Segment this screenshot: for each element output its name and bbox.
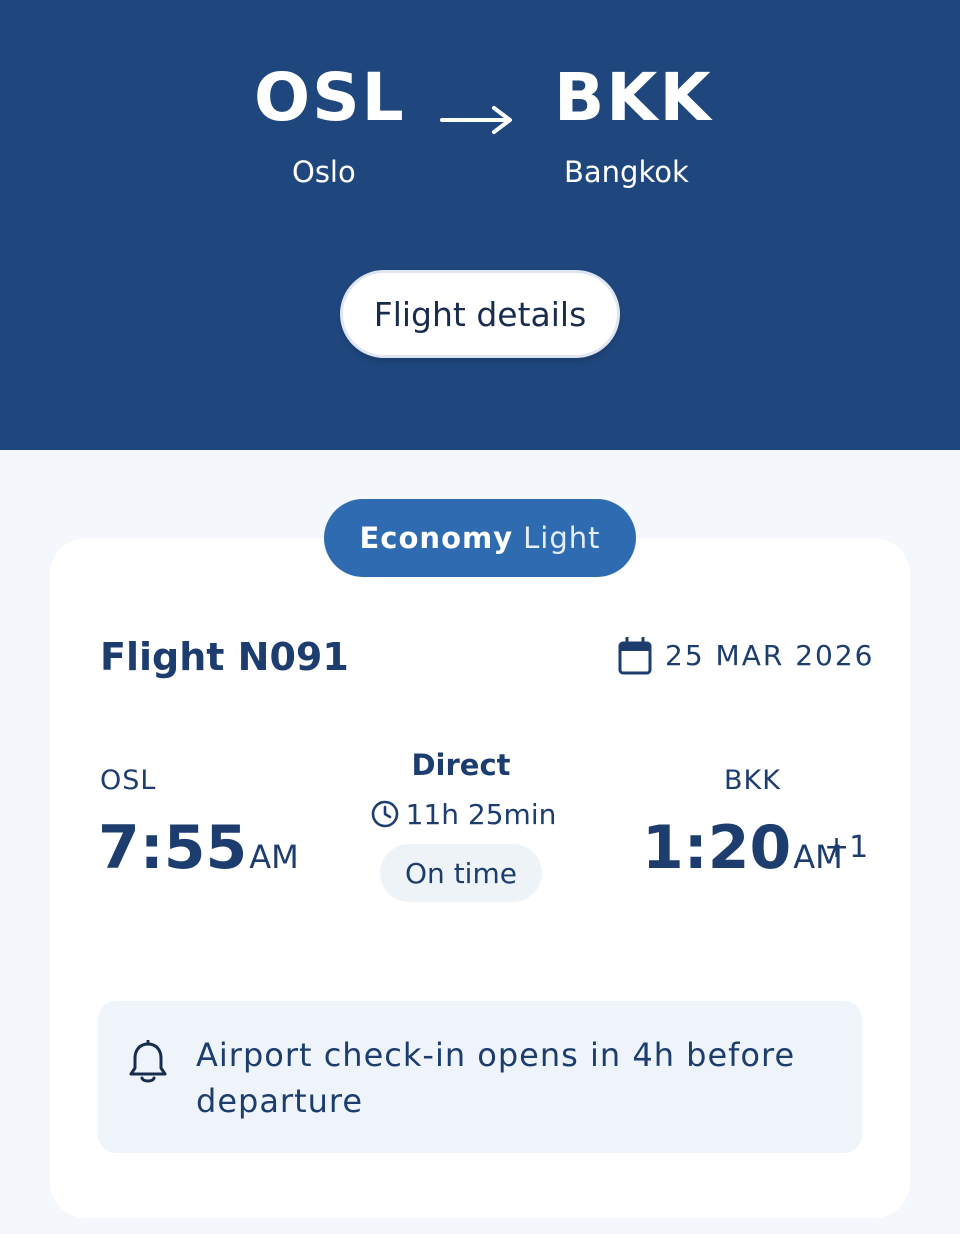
departure-time: 7:55AM <box>98 812 299 899</box>
departure-time-value: 7:55 <box>98 813 248 883</box>
fare-badge: Economy Light <box>324 499 636 577</box>
fare-variant: Light <box>523 521 601 555</box>
arrival-airport: BKK <box>724 765 781 796</box>
route-header <box>0 0 960 450</box>
checkin-notice-text: Airport check-in opens in 4h before depa… <box>196 1036 796 1120</box>
stops-label: Direct <box>411 748 511 782</box>
duration: 11h 25min <box>368 795 558 833</box>
origin-city: Oslo <box>292 155 356 189</box>
duration-value: 11h 25min <box>405 797 557 831</box>
flight-details-button[interactable]: Flight details <box>340 270 620 358</box>
arrival-time: 1:20AM <box>642 812 843 899</box>
status-badge: On time <box>380 844 542 902</box>
arrival-time-value: 1:20 <box>642 813 792 883</box>
arrow-right-icon <box>440 106 512 134</box>
destination-code: BKK <box>554 59 713 136</box>
flight-number: Flight N091 <box>100 635 349 679</box>
fare-cabin: Economy <box>359 521 514 555</box>
calendar-icon <box>618 637 652 675</box>
origin-code: OSL <box>254 59 406 136</box>
destination-city: Bangkok <box>564 155 689 189</box>
arrival-day-offset: +1 <box>824 830 869 865</box>
departure-ampm: AM <box>249 838 299 876</box>
flight-date: 25 MAR 2026 <box>665 639 875 672</box>
clock-icon <box>371 800 398 828</box>
bell-icon <box>129 1040 167 1083</box>
departure-airport: OSL <box>100 765 157 796</box>
